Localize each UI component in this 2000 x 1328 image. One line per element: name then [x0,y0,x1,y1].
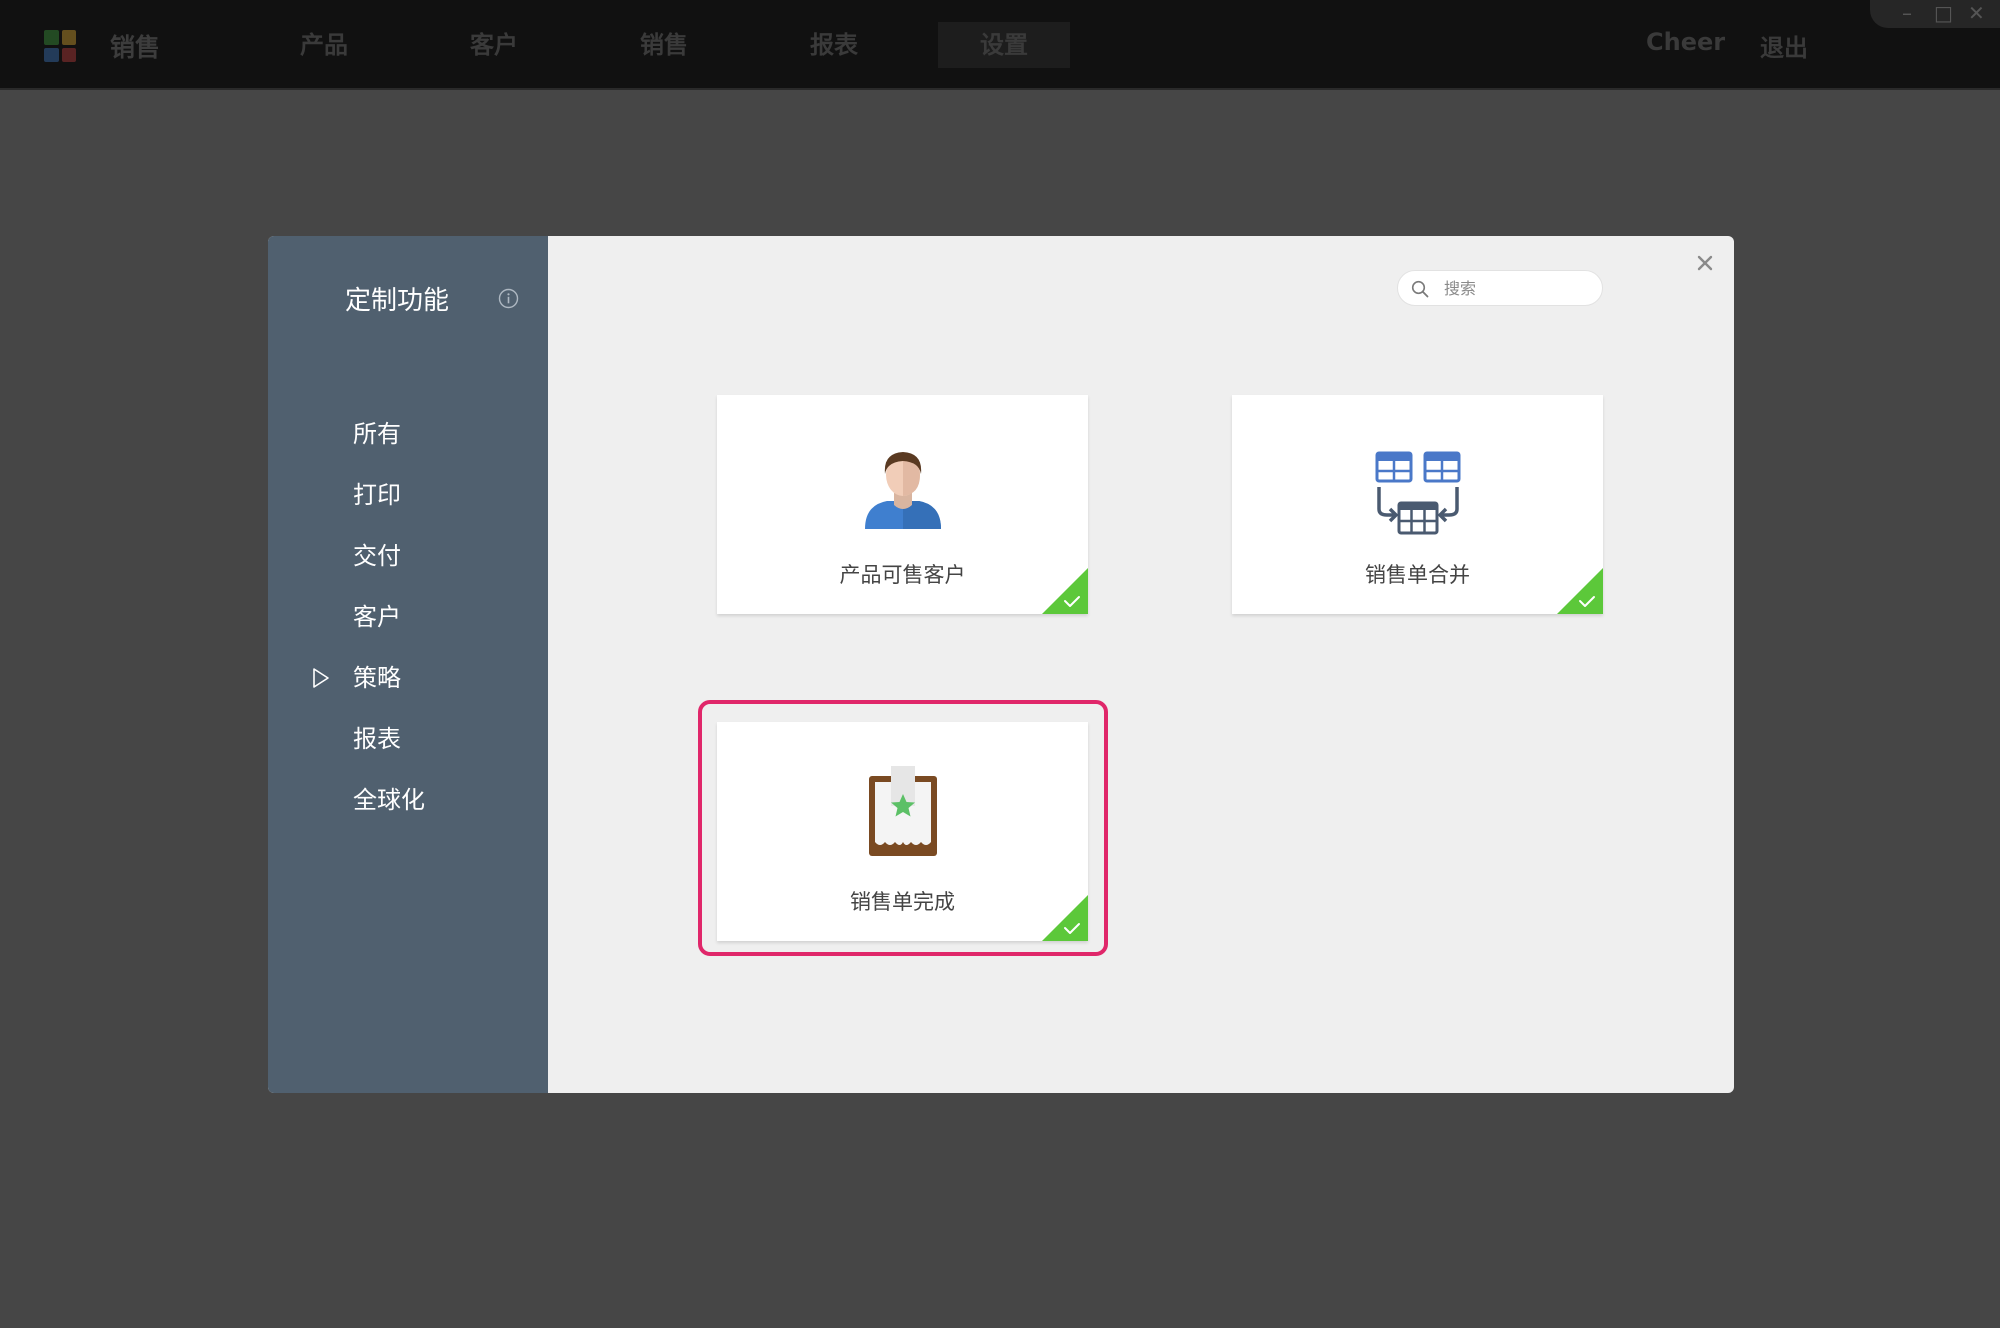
app-name: 销售 [110,33,161,62]
app-logo-icon [44,30,76,62]
enabled-check-icon [1042,895,1088,941]
selected-arrow-icon [313,668,329,688]
feature-card-merge-orders[interactable]: 销售单合并 [1232,395,1603,614]
search-input[interactable] [1442,274,1592,302]
enabled-check-icon [1557,568,1603,614]
sidebar-item-all[interactable]: 所有 [353,414,401,454]
nav-item-products[interactable]: 产品 [258,22,390,68]
nav-item-reports[interactable]: 报表 [768,22,900,68]
sidebar-title: 定制功能 [345,286,450,316]
sidebar-item-print[interactable]: 打印 [353,475,401,515]
top-navigation-bar: 销售 产品 客户 销售 报表 设置 Cheer 退出 – □ ✕ [0,0,2000,90]
user-name[interactable]: Cheer [1646,28,1725,56]
customization-dialog: 定制功能 所有 打印 交付 客户 策略 报表 全球化 搜索 产品可售客户 销售单… [268,236,1734,1093]
sidebar-item-globalization[interactable]: 全球化 [353,780,425,820]
sidebar-item-strategy[interactable]: 策略 [353,658,401,698]
search-icon [1411,280,1429,298]
card-label: 销售单完成 [850,890,955,914]
close-dialog-icon[interactable] [1694,252,1716,274]
category-sidebar: 定制功能 所有 打印 交付 客户 策略 报表 全球化 [268,236,548,1093]
order-complete-icon [868,766,937,856]
sidebar-item-delivery[interactable]: 交付 [353,536,401,576]
sidebar-item-reports[interactable]: 报表 [353,719,401,759]
nav-item-sales[interactable]: 销售 [598,22,730,68]
window-controls: – □ ✕ [1870,0,2000,28]
nav-item-settings[interactable]: 设置 [938,22,1070,68]
search-box [1397,270,1603,306]
minimize-icon[interactable]: – [1902,2,1912,24]
maximize-icon[interactable]: □ [1934,2,1953,24]
feature-card-order-complete[interactable]: 销售单完成 [717,722,1088,941]
close-window-icon[interactable]: ✕ [1968,2,1985,24]
info-icon[interactable] [498,288,519,309]
card-label: 产品可售客户 [839,563,966,587]
customer-avatar-icon [864,452,941,529]
card-label: 销售单合并 [1365,563,1470,587]
merge-tables-icon [1375,451,1460,535]
nav-item-customers[interactable]: 客户 [428,22,560,68]
enabled-check-icon [1042,568,1088,614]
feature-card-product-customers[interactable]: 产品可售客户 [717,395,1088,614]
logout-button[interactable]: 退出 [1760,28,1808,63]
sidebar-item-customer[interactable]: 客户 [353,597,401,637]
